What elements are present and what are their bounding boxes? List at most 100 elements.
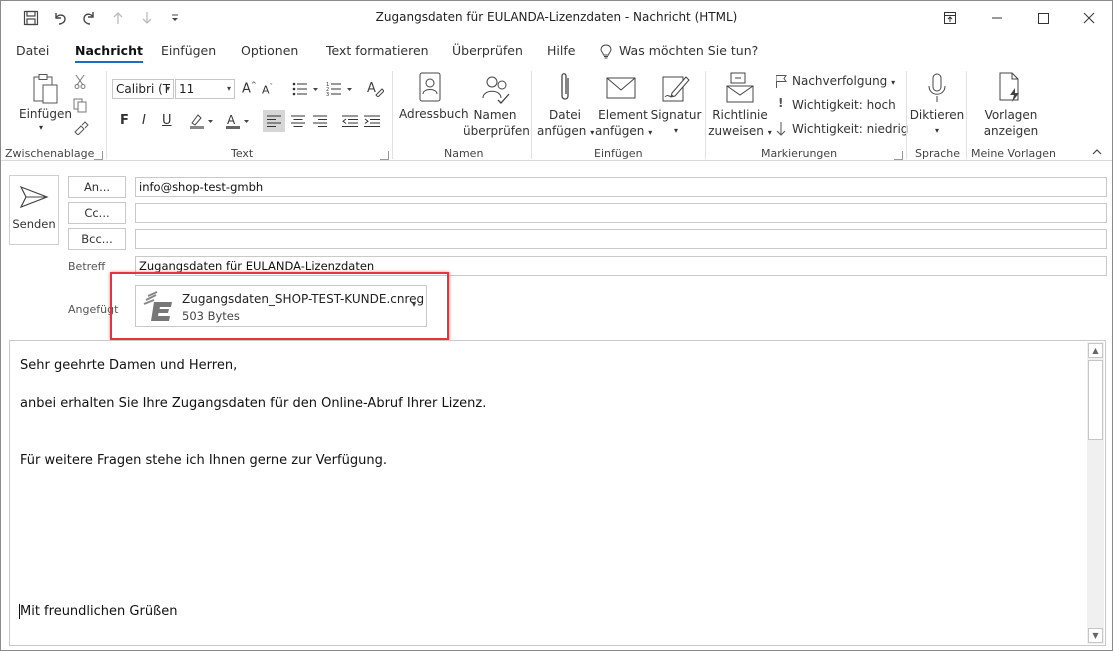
clear-formatting-icon[interactable]: A [365,78,385,98]
body-line-intro: anbei erhalten Sie Ihre Zugangsdaten für… [20,396,487,411]
send-button[interactable]: Senden [9,175,59,245]
check-names-button[interactable]: Namen überprüfen [463,107,530,139]
scroll-up-icon[interactable]: ▲ [1088,343,1103,358]
bcc-button[interactable]: Bcc... [68,228,126,250]
signature-dropdown-icon: ▾ [673,126,678,135]
check-names-icon[interactable] [479,71,513,105]
text-launcher-icon[interactable] [380,151,389,160]
scroll-down-icon[interactable]: ▼ [1088,628,1103,643]
address-book-icon[interactable] [415,71,445,105]
align-right-icon[interactable] [309,110,331,132]
increase-indent-icon[interactable] [361,110,383,132]
follow-up-button[interactable]: Nachverfolgung ▾ [792,74,895,88]
paste-button[interactable]: Einfügen [19,107,72,121]
tab-optionen[interactable]: Optionen [241,43,298,58]
view-templates-icon[interactable] [995,71,1025,105]
assign-policy-label-1: Richtlinie [712,108,768,122]
font-color-icon[interactable]: A [223,111,253,131]
maximize-icon[interactable] [1020,1,1066,35]
attach-file-button[interactable]: Datei anfügen ▾ [537,107,594,141]
underline-button[interactable]: U [162,113,172,128]
tell-me-search[interactable]: Was möchten Sie tun? [619,43,758,58]
microphone-icon[interactable] [925,71,949,105]
cut-icon[interactable] [73,73,87,89]
format-painter-icon[interactable] [73,121,89,135]
attachment-dropdown-icon[interactable]: ▾ [412,300,416,309]
font-name-combo[interactable]: Calibri (T ▾ [112,79,174,99]
flag-icon[interactable] [774,73,788,89]
group-separator [705,71,706,159]
paperclip-icon[interactable] [553,71,577,105]
font-size-combo[interactable]: 11 ▾ [175,79,235,99]
importance-high-button[interactable]: Wichtigkeit: hoch [792,98,896,112]
dictate-button[interactable]: Diktieren ▾ [909,107,965,139]
assign-policy-icon[interactable] [725,71,757,105]
save-icon[interactable] [19,7,43,29]
bcc-field[interactable] [135,229,1107,249]
clipboard-launcher-icon[interactable] [94,151,103,160]
highlight-color-icon[interactable] [187,111,217,131]
group-label-text: Text [231,147,254,160]
shrink-font-icon[interactable]: Aˇ [262,83,273,97]
attachment-size: 503 Bytes [182,309,240,323]
collapse-ribbon-icon[interactable] [1092,145,1102,159]
check-names-label-2: überprüfen [463,124,530,138]
tab-text-formatieren[interactable]: Text formatieren [326,43,429,58]
customize-qat-icon[interactable] [163,7,187,29]
grow-font-icon[interactable]: A^ [242,81,257,96]
tags-launcher-icon[interactable] [894,151,903,160]
paste-dropdown-icon[interactable]: ▾ [39,123,43,132]
tab-ueberpruefen[interactable]: Überprüfen [452,43,523,58]
body-line-closing: Mit freundlichen Grüßen [20,604,178,619]
tab-einfuegen[interactable]: Einfügen [161,43,216,58]
to-field[interactable]: info@shop-test-gmbh [135,177,1107,197]
tab-datei[interactable]: Datei [16,43,49,58]
cc-field[interactable] [135,203,1107,223]
dictate-dropdown-icon: ▾ [934,126,939,135]
down-arrow-icon[interactable] [135,7,159,29]
minimize-icon[interactable] [974,1,1020,35]
group-separator [531,71,532,159]
body-scrollbar[interactable]: ▲ ▼ [1087,342,1104,644]
view-templates-button[interactable]: Vorlagen anzeigen [981,107,1041,139]
group-label-names: Namen [444,147,484,160]
subject-field[interactable]: Zugangsdaten für EULANDA-Lizenzdaten [135,256,1107,276]
ribbon-display-options-icon[interactable] [927,1,973,35]
paste-icon[interactable] [29,73,61,105]
up-arrow-icon[interactable] [106,7,130,29]
tab-nachricht[interactable]: Nachricht [75,43,143,63]
importance-low-button[interactable]: Wichtigkeit: niedrig [792,122,908,136]
lightbulb-icon [599,43,613,59]
align-left-icon[interactable] [263,110,285,132]
cc-button[interactable]: Cc... [68,202,126,224]
tab-hilfe[interactable]: Hilfe [547,43,575,58]
assign-policy-button[interactable]: Richtlinie zuweisen ▾ [707,107,773,141]
attached-label: Angefügt [68,303,119,316]
signature-icon[interactable] [661,71,691,105]
exclamation-icon: ! [778,96,784,110]
attachment-chip[interactable]: Zugangsdaten_SHOP-TEST-KUNDE.cnreg 503 B… [135,285,427,327]
align-center-icon[interactable] [287,110,309,132]
to-button[interactable]: An... [68,176,126,198]
ribbon: Einfügen ▾ Zwischenablage Calibri (T ▾ 11… [1,65,1112,161]
attach-item-label-1: Element [598,108,648,122]
close-icon[interactable] [1066,1,1112,35]
copy-icon[interactable] [73,97,87,113]
scroll-thumb[interactable] [1088,360,1103,440]
bold-button[interactable]: F [120,113,129,128]
attach-item-button[interactable]: Element anfügen ▾ [595,107,652,141]
decrease-indent-icon[interactable] [339,110,361,132]
group-separator [392,71,393,159]
address-book-button[interactable]: Adressbuch [399,107,469,121]
message-body[interactable]: Sehr geehrte Damen und Herren, anbei erh… [9,340,1106,646]
italic-button[interactable]: I [142,113,146,128]
bullets-icon[interactable] [291,79,321,99]
signature-button[interactable]: Signatur ▾ [649,107,703,139]
font-name-dropdown-icon: ▾ [165,84,170,93]
undo-icon[interactable] [48,7,72,29]
attach-item-icon[interactable] [605,71,639,105]
redo-icon[interactable] [77,7,101,29]
numbering-icon[interactable]: 123 [325,79,355,99]
group-separator [966,71,967,159]
view-templates-label-2: anzeigen [983,124,1039,138]
